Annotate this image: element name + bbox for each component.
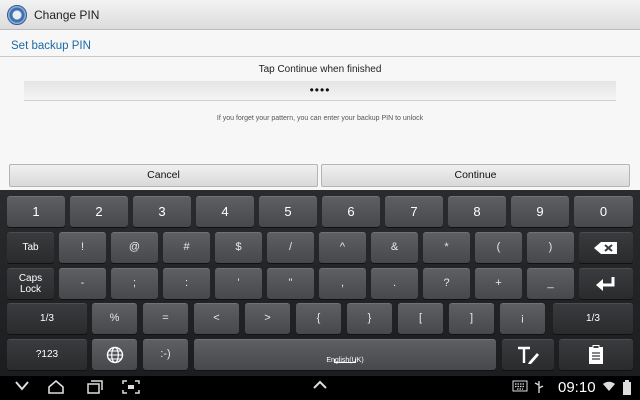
key-apostrophe[interactable]: ': [215, 268, 262, 299]
clock: 09:10: [558, 379, 596, 396]
key-quote[interactable]: ": [267, 268, 314, 299]
key-inverted-exclamation[interactable]: ¡: [500, 303, 545, 334]
key-emoticon[interactable]: :-): [143, 339, 188, 370]
instruction-text: Tap Continue when finished: [258, 64, 382, 75]
hide-keyboard-icon[interactable]: [312, 380, 328, 390]
key-7[interactable]: 7: [385, 196, 443, 227]
key-underscore[interactable]: _: [527, 268, 574, 299]
section-divider: [0, 56, 640, 57]
key-tab[interactable]: Tab: [7, 232, 54, 263]
continue-button[interactable]: Continue: [321, 164, 630, 187]
key-semicolon[interactable]: ;: [111, 268, 158, 299]
system-bar: 09:10: [0, 376, 640, 400]
key-9[interactable]: 9: [511, 196, 569, 227]
key-minus[interactable]: -: [59, 268, 106, 299]
title-bar: Change PIN: [0, 0, 640, 30]
recent-apps-icon[interactable]: [86, 380, 104, 394]
key-close-brace[interactable]: }: [347, 303, 392, 334]
wifi-icon: [603, 381, 615, 391]
key-plus[interactable]: +: [475, 268, 522, 299]
key-page-left[interactable]: 1/3: [7, 303, 87, 334]
key-comma[interactable]: ,: [319, 268, 366, 299]
key-0[interactable]: 0: [574, 196, 633, 227]
key-asterisk[interactable]: *: [423, 232, 470, 263]
pin-input[interactable]: ••••: [24, 81, 616, 101]
back-icon[interactable]: [14, 380, 30, 392]
globe-icon: [106, 346, 123, 364]
key-page-right[interactable]: 1/3: [553, 303, 633, 334]
key-dollar[interactable]: $: [215, 232, 262, 263]
key-greater-than[interactable]: >: [245, 303, 290, 334]
key-caret[interactable]: ^: [319, 232, 366, 263]
enter-icon: [596, 277, 615, 291]
key-at[interactable]: @: [111, 232, 158, 263]
key-equals[interactable]: =: [143, 303, 188, 334]
key-backspace[interactable]: [579, 232, 633, 263]
key-3[interactable]: 3: [133, 196, 191, 227]
key-open-paren[interactable]: (: [475, 232, 522, 263]
section-title: Set backup PIN: [11, 40, 91, 52]
key-space[interactable]: English(UK): [194, 339, 496, 370]
settings-gear-icon: [7, 4, 27, 25]
key-open-brace[interactable]: {: [296, 303, 341, 334]
space-icon: [334, 359, 356, 363]
key-5[interactable]: 5: [259, 196, 317, 227]
key-question[interactable]: ?: [423, 268, 470, 299]
key-symbols-toggle[interactable]: ?123: [7, 339, 87, 370]
key-period[interactable]: .: [371, 268, 418, 299]
on-screen-keyboard: 1 2 3 4 5 6 7 8 9 0 Tab ! @ # $ / ^ & * …: [0, 190, 640, 376]
battery-icon: [623, 380, 631, 395]
home-icon[interactable]: [47, 380, 65, 394]
key-2[interactable]: 2: [70, 196, 128, 227]
key-language[interactable]: [92, 339, 137, 370]
key-open-bracket[interactable]: [: [398, 303, 443, 334]
key-6[interactable]: 6: [322, 196, 380, 227]
key-enter[interactable]: [579, 268, 633, 299]
handwriting-icon: [518, 346, 539, 364]
key-hash[interactable]: #: [163, 232, 210, 263]
key-close-paren[interactable]: ): [527, 232, 574, 263]
screenshot-icon[interactable]: [122, 380, 140, 394]
key-caps-lock[interactable]: Caps Lock: [7, 268, 54, 299]
key-exclamation[interactable]: !: [59, 232, 106, 263]
key-less-than[interactable]: <: [194, 303, 239, 334]
content-area: Set backup PIN Tap Continue when finishe…: [0, 30, 640, 190]
key-8[interactable]: 8: [448, 196, 506, 227]
key-colon[interactable]: :: [163, 268, 210, 299]
key-slash[interactable]: /: [267, 232, 314, 263]
usb-icon: [534, 381, 544, 393]
backspace-icon: [594, 242, 617, 254]
hint-text: If you forget your pattern, you can ente…: [216, 115, 424, 122]
clipboard-icon: [589, 345, 603, 364]
key-clipboard[interactable]: [559, 339, 633, 370]
key-close-bracket[interactable]: ]: [449, 303, 494, 334]
key-percent[interactable]: %: [92, 303, 137, 334]
cancel-button[interactable]: Cancel: [9, 164, 318, 187]
key-1[interactable]: 1: [7, 196, 65, 227]
app-title: Change PIN: [34, 7, 100, 22]
keyboard-icon: [512, 380, 528, 392]
key-handwriting[interactable]: [502, 339, 554, 370]
key-4[interactable]: 4: [196, 196, 254, 227]
key-ampersand[interactable]: &: [371, 232, 418, 263]
